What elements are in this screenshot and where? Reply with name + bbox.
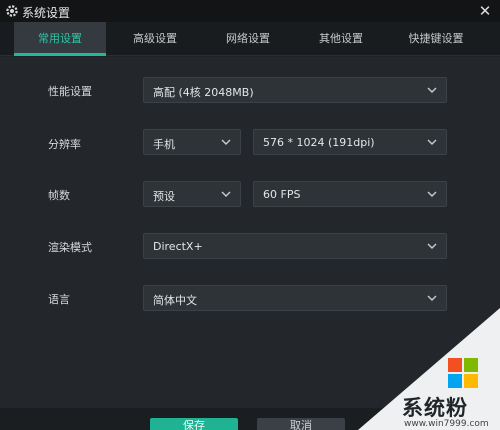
window-title: 系统设置 — [22, 6, 71, 20]
resolution-value: 576 * 1024 (191dpi) — [263, 136, 375, 149]
tab-bar: 常用设置 高级设置 网络设置 其他设置 快捷键设置 — [0, 22, 500, 56]
language-label: 语言 — [48, 293, 70, 306]
watermark-url: www.win7999.com — [404, 419, 489, 429]
resolution-select[interactable]: 576 * 1024 (191dpi) — [253, 129, 447, 155]
cancel-button[interactable]: 取消 — [257, 418, 345, 430]
resolution-mode-value: 手机 — [153, 138, 175, 151]
render-mode-select[interactable]: DirectX+ — [143, 233, 447, 259]
chevron-down-icon — [427, 87, 437, 93]
save-button[interactable]: 保存 — [150, 418, 238, 430]
resolution-mode-select[interactable]: 手机 — [143, 129, 241, 155]
chevron-down-icon — [427, 191, 437, 197]
tab-network-settings[interactable]: 网络设置 — [202, 22, 294, 56]
title-bar: 系统设置 ✕ — [0, 0, 500, 22]
performance-label: 性能设置 — [48, 85, 92, 98]
fps-mode-value: 预设 — [153, 190, 175, 203]
render-mode-label: 渲染模式 — [48, 241, 92, 254]
tab-hotkey-settings[interactable]: 快捷键设置 — [388, 22, 484, 56]
fps-label: 帧数 — [48, 189, 70, 202]
language-value: 简体中文 — [153, 294, 197, 307]
performance-value: 高配 (4核 2048MB) — [153, 86, 254, 99]
watermark-text: 系统粉 — [402, 396, 468, 420]
gear-icon — [6, 5, 18, 17]
render-mode-value: DirectX+ — [153, 240, 203, 253]
chevron-down-icon — [427, 243, 437, 249]
close-icon[interactable]: ✕ — [474, 0, 496, 22]
performance-select[interactable]: 高配 (4核 2048MB) — [143, 77, 447, 103]
chevron-down-icon — [427, 139, 437, 145]
tab-other-settings[interactable]: 其他设置 — [296, 22, 386, 56]
watermark: 系统粉 www.win7999.com — [340, 300, 500, 430]
tab-advanced-settings[interactable]: 高级设置 — [110, 22, 200, 56]
fps-select[interactable]: 60 FPS — [253, 181, 447, 207]
tab-general-settings[interactable]: 常用设置 — [14, 22, 106, 56]
fps-mode-select[interactable]: 预设 — [143, 181, 241, 207]
chevron-down-icon — [221, 191, 231, 197]
chevron-down-icon — [221, 139, 231, 145]
fps-value: 60 FPS — [263, 188, 301, 201]
resolution-label: 分辨率 — [48, 138, 81, 151]
